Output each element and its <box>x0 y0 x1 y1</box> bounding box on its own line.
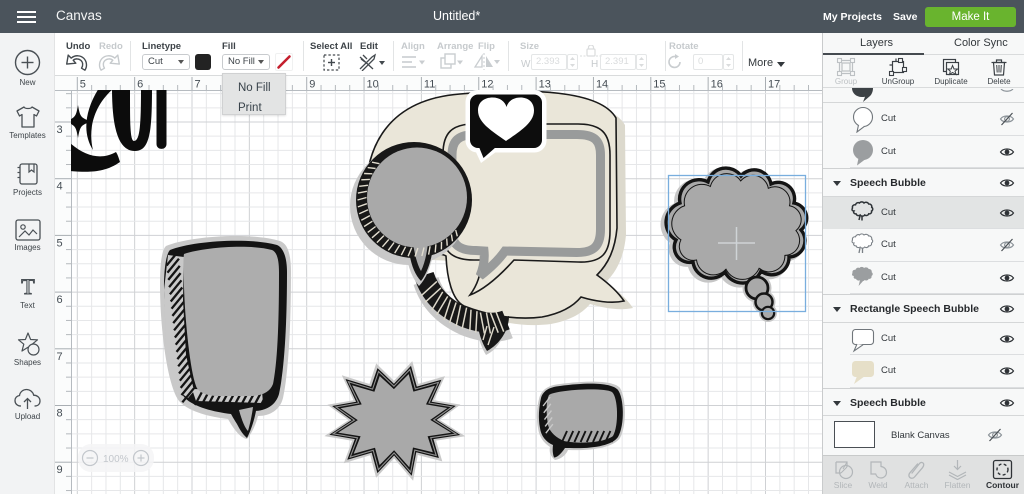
svg-text:17: 17 <box>768 79 780 91</box>
svg-text:T: T <box>21 275 35 299</box>
svg-text:5: 5 <box>57 237 63 249</box>
svg-text:15: 15 <box>653 79 665 91</box>
svg-text:3: 3 <box>57 124 63 136</box>
svg-text:5: 5 <box>80 79 86 91</box>
svg-text:6: 6 <box>137 79 143 91</box>
svg-text:10: 10 <box>367 79 379 91</box>
svg-text:11: 11 <box>424 79 435 91</box>
svg-text:7: 7 <box>57 351 63 363</box>
svg-text:4: 4 <box>57 181 63 193</box>
svg-text:7: 7 <box>195 79 201 91</box>
svg-text:8: 8 <box>57 408 63 420</box>
svg-text:14: 14 <box>596 79 608 91</box>
svg-text:100%: 100% <box>103 454 129 465</box>
svg-text:12: 12 <box>481 79 493 91</box>
svg-text:9: 9 <box>57 464 63 476</box>
svg-text:16: 16 <box>711 79 723 91</box>
svg-text:9: 9 <box>309 79 315 91</box>
svg-text:6: 6 <box>57 294 63 306</box>
svg-text:13: 13 <box>539 79 551 91</box>
